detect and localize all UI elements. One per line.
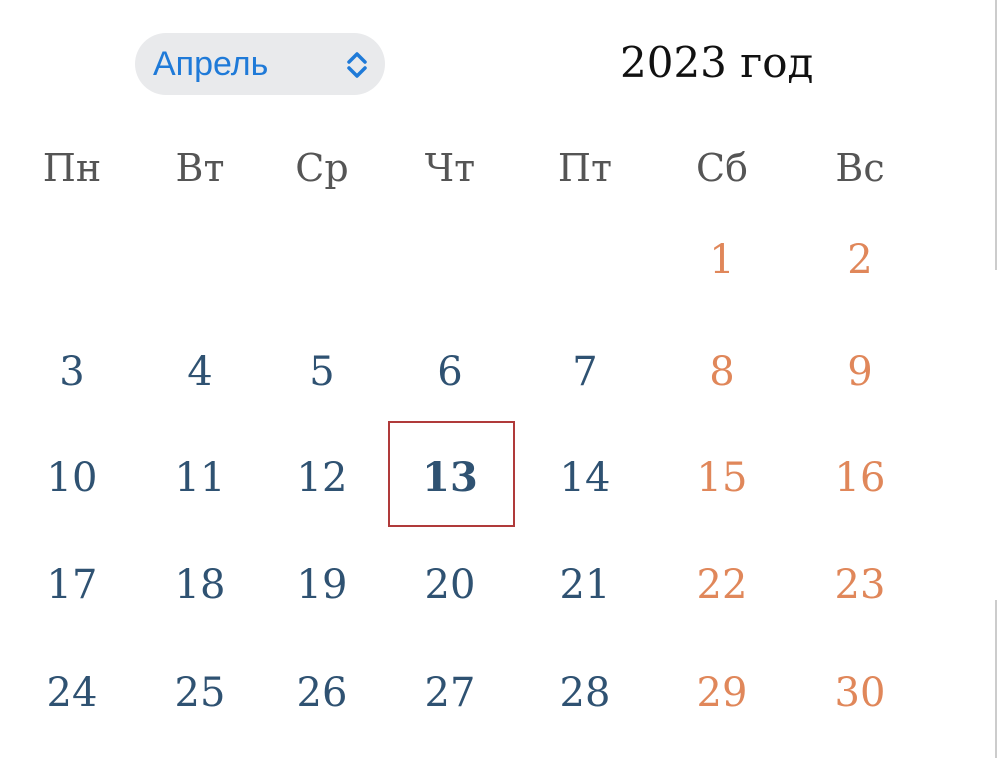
- calendar-day[interactable]: 15: [662, 458, 782, 498]
- calendar-day[interactable]: 3: [12, 352, 132, 392]
- calendar-day[interactable]: 9: [800, 352, 920, 392]
- calendar-day[interactable]: 10: [12, 458, 132, 498]
- calendar-day[interactable]: 11: [140, 458, 260, 498]
- calendar-day[interactable]: 4: [140, 352, 260, 392]
- calendar-day[interactable]: 8: [662, 352, 782, 392]
- calendar-day[interactable]: 16: [800, 458, 920, 498]
- weekday-header: Чт: [424, 146, 476, 190]
- calendar-day[interactable]: 13: [390, 458, 510, 498]
- calendar-day[interactable]: 17: [12, 565, 132, 605]
- chevron-up-down-icon: [347, 52, 367, 78]
- calendar-day[interactable]: 21: [525, 565, 645, 605]
- month-selector[interactable]: Апрель: [135, 33, 385, 95]
- weekday-header: Вс: [835, 146, 885, 190]
- calendar-day[interactable]: 12: [262, 458, 382, 498]
- divider: [995, 600, 997, 758]
- calendar-day[interactable]: 1: [662, 240, 782, 280]
- divider: [995, 0, 997, 270]
- calendar-day[interactable]: 26: [262, 673, 382, 713]
- calendar-day[interactable]: 29: [662, 673, 782, 713]
- calendar-day[interactable]: 18: [140, 565, 260, 605]
- month-selector-label: Апрель: [153, 44, 269, 83]
- calendar-day[interactable]: 24: [12, 673, 132, 713]
- year-title: 2023 год: [620, 38, 814, 87]
- weekday-header: Сб: [696, 146, 748, 190]
- weekday-header: Пн: [42, 146, 102, 190]
- calendar-day[interactable]: 19: [262, 565, 382, 605]
- weekday-header: Ср: [295, 146, 349, 190]
- calendar-day[interactable]: 28: [525, 673, 645, 713]
- calendar-day[interactable]: 23: [800, 565, 920, 605]
- calendar-day[interactable]: 5: [262, 352, 382, 392]
- calendar-day[interactable]: 14: [525, 458, 645, 498]
- calendar-day[interactable]: 30: [800, 673, 920, 713]
- calendar-day[interactable]: 2: [800, 240, 920, 280]
- calendar-day[interactable]: 20: [390, 565, 510, 605]
- calendar-day[interactable]: 22: [662, 565, 782, 605]
- weekday-header: Пт: [557, 146, 613, 190]
- calendar-day[interactable]: 7: [525, 352, 645, 392]
- calendar-day[interactable]: 25: [140, 673, 260, 713]
- weekday-header: Вт: [175, 146, 225, 190]
- calendar-day[interactable]: 27: [390, 673, 510, 713]
- calendar-day[interactable]: 6: [390, 352, 510, 392]
